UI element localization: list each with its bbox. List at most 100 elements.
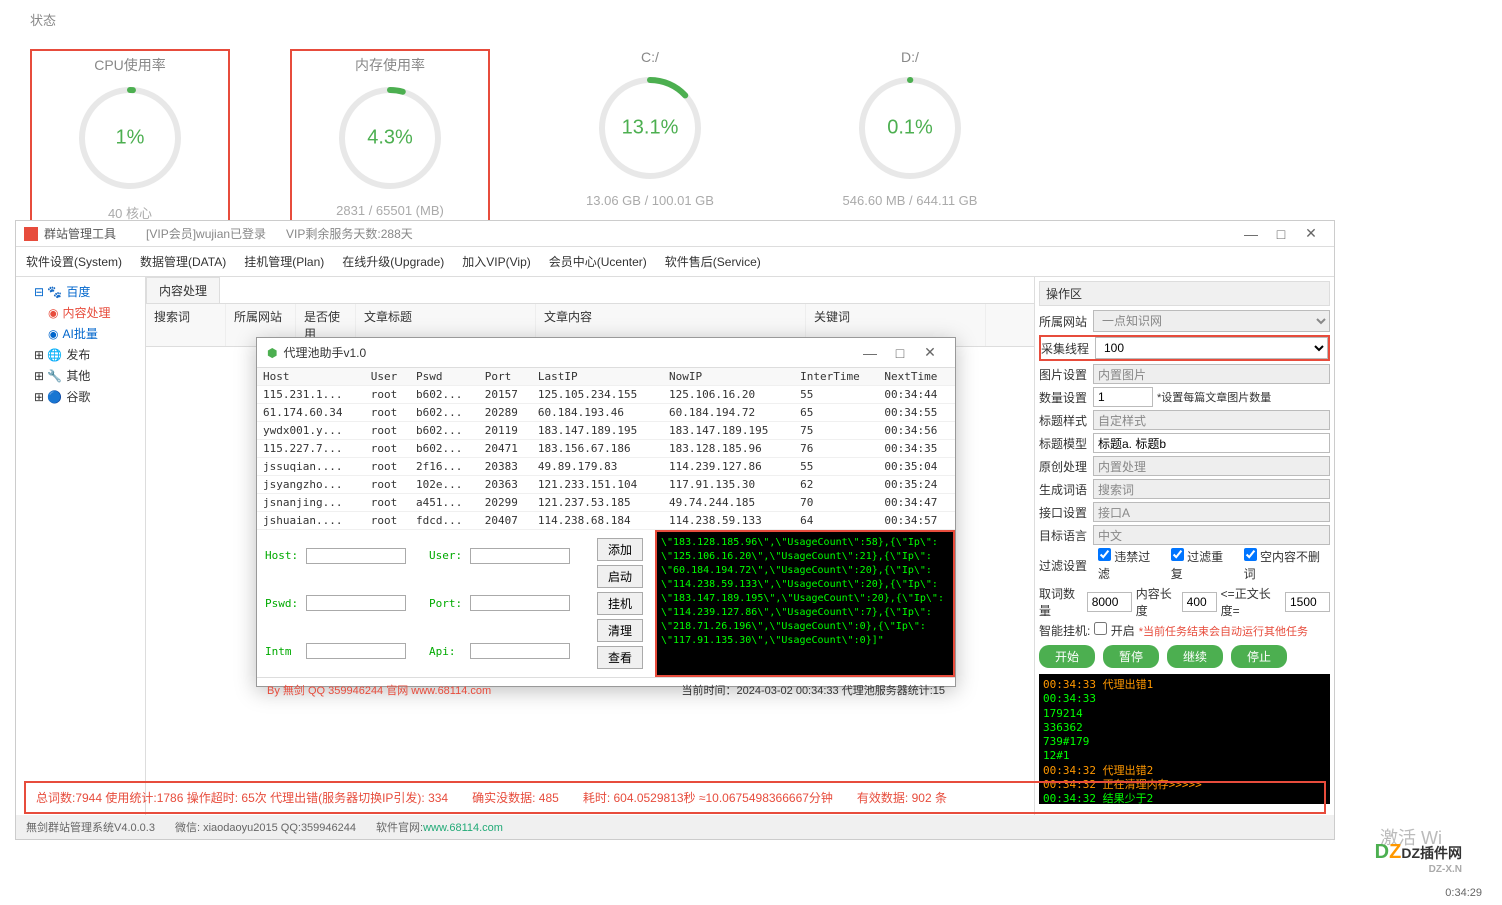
tree-publish[interactable]: ⊞ 🌐 发布 xyxy=(20,344,141,365)
right-panel: 操作区 所属网站一点知识网 采集线程100 图片设置 数量设置*设置每篇文章图片… xyxy=(1034,277,1334,815)
auto-note: *当前任务结束会自动运行其他任务 xyxy=(1139,623,1308,639)
iface-input[interactable] xyxy=(1093,502,1330,522)
count-label: 数量设置 xyxy=(1039,389,1089,406)
proxy-port-input[interactable] xyxy=(470,595,570,611)
proxy-pswd-label: Pswd: xyxy=(265,597,298,610)
col-search: 搜索词 xyxy=(146,304,226,346)
tree-content[interactable]: ◉ 内容处理 xyxy=(20,302,141,323)
proxy-start-button[interactable]: 启动 xyxy=(597,565,643,588)
auto-checkbox[interactable]: 开启 xyxy=(1094,622,1134,639)
menu-item[interactable]: 软件售后(Service) xyxy=(665,253,761,270)
proxy-clear-button[interactable]: 清理 xyxy=(597,619,643,642)
proxy-icon: ⬢ xyxy=(267,346,277,360)
titlestyle-input[interactable] xyxy=(1093,410,1330,430)
auto-label: 智能挂机: xyxy=(1039,622,1090,639)
proxy-host-input[interactable] xyxy=(306,548,406,564)
proxy-host-label: Host: xyxy=(265,549,298,562)
stats-a: 总词数:7944 使用统计:1786 操作超时: 65次 代理出错(服务器切换I… xyxy=(36,789,448,806)
proxy-close[interactable]: ✕ xyxy=(915,344,945,361)
proxy-minimize[interactable]: — xyxy=(855,345,885,361)
close-button[interactable]: ✕ xyxy=(1296,225,1326,242)
menubar: 软件设置(System) 数据管理(DATA) 挂机管理(Plan) 在线升级(Upg… xyxy=(16,247,1334,277)
lang-label: 目标语言 xyxy=(1039,527,1089,544)
img-input[interactable] xyxy=(1093,364,1330,384)
proxy-row[interactable]: jsnanjing...roota451...20299121.237.53.1… xyxy=(257,494,955,512)
proxy-col-NowIP: NowIP xyxy=(663,368,794,386)
proxy-user-input[interactable] xyxy=(470,548,570,564)
tree-other[interactable]: ⊞ 🔧 其他 xyxy=(20,365,141,386)
proxy-port-label: Port: xyxy=(429,597,462,610)
proxy-row[interactable]: jssuqian....root2f16...2038349.89.179.83… xyxy=(257,458,955,476)
proxy-row[interactable]: 115.227.7...rootb602...20471183.156.67.1… xyxy=(257,440,955,458)
orig-input[interactable] xyxy=(1093,456,1330,476)
clock: 0:34:29 xyxy=(1445,887,1482,899)
titlemodel-input[interactable] xyxy=(1093,433,1330,453)
proxy-col-InterTime: InterTime xyxy=(794,368,878,386)
stats-c: 耗时: 604.0529813秒 ≈10.0675498366667分钟 xyxy=(583,789,833,806)
statusbar: 無剑群站管理系统V4.0.0.3 微信: xiaodaoyu2015 QQ:35… xyxy=(16,815,1334,839)
filter-cb-c[interactable]: 空内容不删词 xyxy=(1244,548,1330,582)
count-note: *设置每篇文章图片数量 xyxy=(1157,389,1271,405)
proxy-intm-input[interactable] xyxy=(306,643,406,659)
threads-select[interactable]: 100 xyxy=(1095,337,1328,359)
minimize-button[interactable]: — xyxy=(1236,226,1266,242)
proxy-row[interactable]: 61.174.60.34rootb602...2028960.184.193.4… xyxy=(257,404,955,422)
maximize-button[interactable]: □ xyxy=(1266,226,1296,242)
app-title: 群站管理工具 xyxy=(44,225,116,242)
bodylen-input[interactable] xyxy=(1285,592,1330,612)
filter-cb-b[interactable]: 过滤重复 xyxy=(1171,548,1234,582)
menu-item[interactable]: 挂机管理(Plan) xyxy=(244,253,324,270)
app-window: 群站管理工具 [VIP会员]wujian已登录 VIP剩余服务天数:288天 —… xyxy=(15,220,1335,840)
threads-label: 采集线程 xyxy=(1041,340,1091,357)
genword-input[interactable] xyxy=(1093,479,1330,499)
tab-content[interactable]: 内容处理 xyxy=(146,277,220,303)
proxy-col-LastIP: LastIP xyxy=(532,368,663,386)
proxy-col-Port: Port xyxy=(479,368,532,386)
proxy-col-Host: Host xyxy=(257,368,365,386)
menu-item[interactable]: 会员中心(Ucenter) xyxy=(549,253,647,270)
contlen-input[interactable] xyxy=(1182,592,1217,612)
menu-item[interactable]: 加入VIP(Vip) xyxy=(462,253,530,270)
status-version: 無剑群站管理系统V4.0.0.3 xyxy=(26,819,155,835)
titlemodel-label: 标题模型 xyxy=(1039,435,1089,452)
pause-button[interactable]: 暂停 xyxy=(1103,645,1159,668)
resume-button[interactable]: 继续 xyxy=(1167,645,1223,668)
proxy-log: \"183.128.185.96\",\"UsageCount\":58},{\… xyxy=(655,530,955,677)
status-header: 状态 xyxy=(30,10,1472,29)
tree-ai[interactable]: ◉ AI批量 xyxy=(20,323,141,344)
proxy-col-NextTime: NextTime xyxy=(878,368,955,386)
menu-item[interactable]: 数据管理(DATA) xyxy=(140,253,226,270)
proxy-row[interactable]: 115.231.1...rootb602...20157125.105.234.… xyxy=(257,386,955,404)
lang-input[interactable] xyxy=(1093,525,1330,545)
start-button[interactable]: 开始 xyxy=(1039,645,1095,668)
proxy-api-input[interactable] xyxy=(470,643,570,659)
proxy-row[interactable]: jshuaian....rootfdcd...20407114.238.68.1… xyxy=(257,512,955,530)
proxy-hang-button[interactable]: 挂机 xyxy=(597,592,643,615)
proxy-row[interactable]: jsyangzho...root102e...20363121.233.151.… xyxy=(257,476,955,494)
tree-baidu[interactable]: ⊟ 🐾 百度 xyxy=(20,281,141,302)
proxy-row[interactable]: ywdx001.y...rootb602...20119183.147.189.… xyxy=(257,422,955,440)
filter-label: 过滤设置 xyxy=(1039,557,1088,574)
gauge-内存使用率: 内存使用率4.3%2831 / 65501 (MB) xyxy=(290,49,490,228)
proxy-add-button[interactable]: 添加 xyxy=(597,538,643,561)
img-label: 图片设置 xyxy=(1039,366,1089,383)
bodylen-label: <=正文长度= xyxy=(1221,585,1281,619)
titlebar: 群站管理工具 [VIP会员]wujian已登录 VIP剩余服务天数:288天 —… xyxy=(16,221,1334,247)
menu-item[interactable]: 软件设置(System) xyxy=(26,253,122,270)
stop-button[interactable]: 停止 xyxy=(1231,645,1287,668)
stats-d: 有效数据: 902 条 xyxy=(857,789,947,806)
proxy-view-button[interactable]: 查看 xyxy=(597,646,643,669)
tree-google[interactable]: ⊞ 🔵 谷歌 xyxy=(20,386,141,407)
filter-cb-a[interactable]: 违禁过滤 xyxy=(1098,548,1161,582)
proxy-pswd-input[interactable] xyxy=(306,595,406,611)
dz-logo: DZDZ插件网DZ-X.N xyxy=(1375,841,1462,875)
status-wx: 微信: xiaodaoyu2015 QQ:359946244 xyxy=(175,819,356,835)
wordcount-input[interactable] xyxy=(1087,592,1132,612)
wordcount-label: 取词数量 xyxy=(1039,585,1083,619)
site-select[interactable]: 一点知识网 xyxy=(1093,310,1330,332)
count-input[interactable] xyxy=(1093,387,1153,407)
status-site-link[interactable]: www.68114.com xyxy=(423,822,503,834)
orig-label: 原创处理 xyxy=(1039,458,1089,475)
menu-item[interactable]: 在线升级(Upgrade) xyxy=(342,253,444,270)
proxy-maximize[interactable]: □ xyxy=(885,345,915,361)
